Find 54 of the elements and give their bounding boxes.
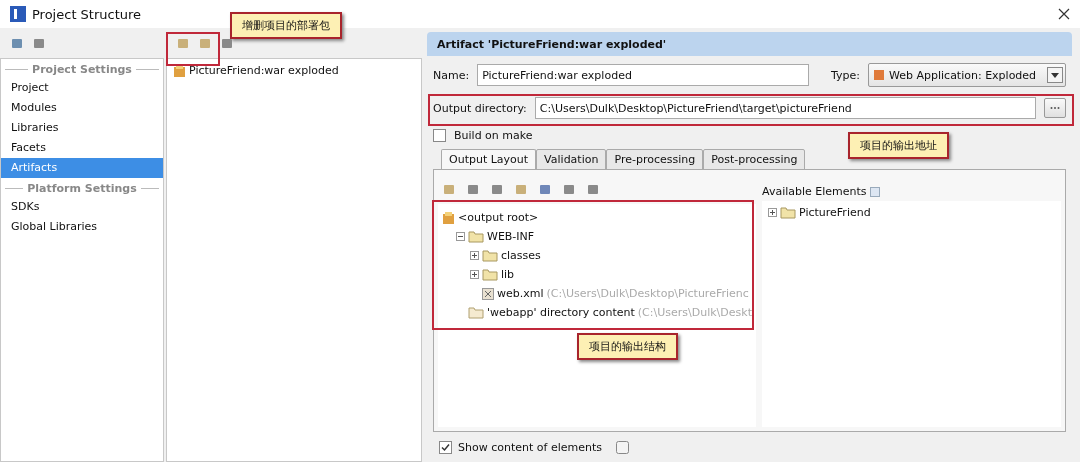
section-heading: Project Settings: [1, 59, 163, 78]
sidebar-item[interactable]: Global Libraries: [1, 217, 163, 237]
name-field[interactable]: PictureFriend:war exploded: [477, 64, 810, 86]
tree-item[interactable]: web.xml: [497, 287, 544, 300]
type-dropdown[interactable]: Web Application: Exploded: [868, 63, 1066, 87]
tab[interactable]: Post-processing: [703, 149, 806, 170]
tab[interactable]: Validation: [536, 149, 607, 170]
web-app-icon: [873, 69, 885, 81]
callout: 增删项目的部署包: [230, 12, 342, 39]
close-icon[interactable]: [1058, 8, 1070, 20]
artifact-header: Artifact 'PictureFriend:war exploded': [427, 32, 1072, 56]
package-icon: [442, 210, 455, 225]
section-heading: Platform Settings: [1, 178, 163, 197]
sidebar-item[interactable]: Modules: [1, 98, 163, 118]
ellipsis-icon: [1050, 106, 1060, 110]
sidebar-item[interactable]: Facets: [1, 138, 163, 158]
sidebar-item[interactable]: Project: [1, 78, 163, 98]
window-title: Project Structure: [32, 6, 143, 22]
app-icon: [10, 6, 26, 22]
tree-item[interactable]: PictureFriend: [799, 206, 871, 219]
callout: 项目的输出地址: [848, 132, 949, 159]
tree-item[interactable]: <output root>: [458, 211, 539, 224]
expand-icon[interactable]: [470, 270, 479, 279]
output-label: Output directory:: [433, 101, 527, 115]
tree-item[interactable]: classes: [501, 249, 541, 262]
expand-icon[interactable]: [470, 251, 479, 260]
output-directory-field[interactable]: C:\Users\Dulk\Desktop\PictureFriend\target\pictureFriend: [534, 97, 1036, 119]
artifact-item[interactable]: PictureFriend:war exploded: [189, 64, 339, 77]
xml-file-icon: [482, 287, 494, 300]
collapse-icon[interactable]: [456, 232, 465, 241]
package-icon: [173, 63, 186, 78]
available-title: Available Elements: [762, 185, 867, 198]
show-content-checkbox[interactable]: [439, 440, 452, 454]
help-icon[interactable]: [869, 186, 880, 197]
expand-icon[interactable]: [768, 208, 777, 217]
folder-contents-icon: [468, 306, 484, 319]
highlight-frame: [166, 32, 220, 66]
name-label: Name:: [433, 68, 470, 82]
type-label: Type:: [831, 68, 860, 82]
path-hint: (C:\Users\Dulk\Desktop\PictureFrienc: [546, 287, 749, 300]
tree-item[interactable]: 'webapp' directory content: [487, 306, 635, 319]
callout: 项目的输出结构: [577, 333, 678, 360]
sidebar-item[interactable]: Libraries: [1, 118, 163, 138]
tab[interactable]: Pre-processing: [606, 149, 704, 170]
options-icon[interactable]: [616, 440, 629, 454]
checkbox-label: Show content of elements: [458, 440, 602, 454]
path-hint: (C:\Users\Dulk\Deskt: [637, 306, 752, 319]
tree-item[interactable]: lib: [501, 268, 515, 281]
tree-item[interactable]: WEB-INF: [487, 230, 535, 243]
build-checkbox[interactable]: [433, 129, 446, 142]
checkbox-label: Build on make: [454, 129, 533, 142]
tab[interactable]: Output Layout: [441, 149, 537, 170]
browse-button[interactable]: [1044, 98, 1066, 118]
sidebar-item[interactable]: SDKs: [1, 197, 163, 217]
